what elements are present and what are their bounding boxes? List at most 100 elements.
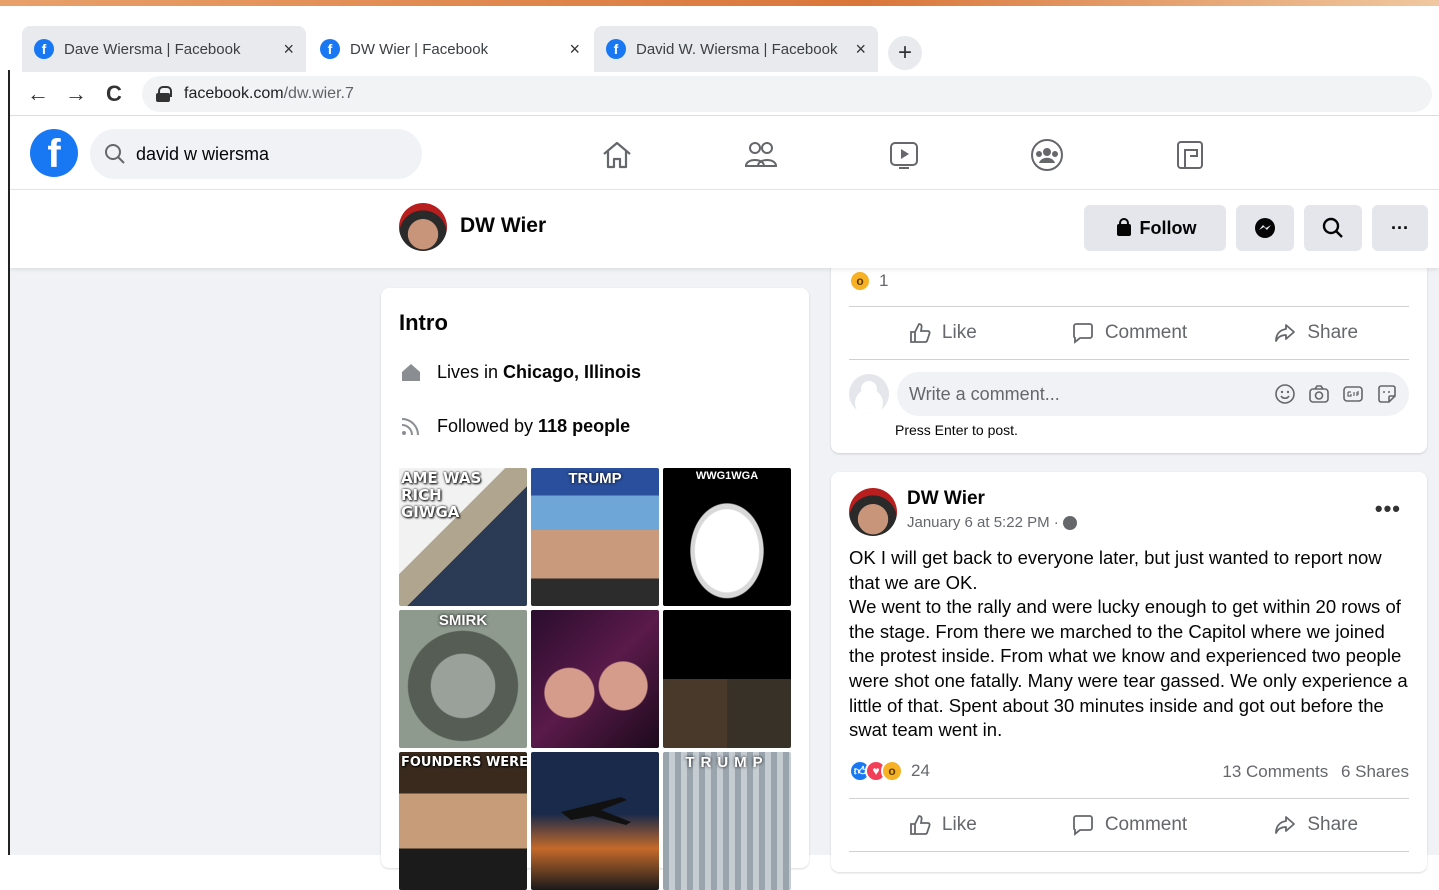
post-timestamp-row: January 6 at 5:22 PM · [907,514,1077,531]
message-button[interactable] [1236,205,1294,251]
url-host: facebook.com [184,85,284,102]
search-icon [1322,217,1343,238]
comment-input[interactable]: Write a comment... [897,372,1409,416]
forward-button[interactable]: → [62,80,90,108]
profile-header-bar: DW Wier Follow ··· [10,190,1439,268]
browser-tab-2[interactable]: f DW Wier | Facebook × [308,26,592,72]
photo-thumbnail[interactable]: AME WAS RICH GIWGA [399,468,527,606]
reaction-count: 1 [879,271,889,290]
back-button[interactable]: ← [24,80,52,108]
tab-title: Dave Wiersma | Facebook [64,40,241,58]
wow-reaction-icon: o [881,760,903,782]
post-author-name[interactable]: DW Wier [907,488,985,510]
close-tab-icon[interactable]: × [569,39,580,60]
follow-button[interactable]: Follow [1084,205,1226,251]
browser-tab-1[interactable]: f Dave Wiersma | Facebook × [22,26,306,72]
post-paragraph: We went to the rally and were lucky enou… [849,596,1408,741]
intro-card: Intro Lives in Chicago, Illinois Followe… [381,288,809,890]
browser-tab-3[interactable]: f David W. Wiersma | Facebook × [594,26,878,72]
home-icon[interactable] [597,135,637,175]
post-author-avatar[interactable] [849,488,897,536]
comment-icon [1072,815,1093,836]
facebook-header: f david w wiersma [10,117,1439,190]
profile-search-button[interactable] [1304,205,1362,251]
like-label: Like [941,814,977,835]
comments-count[interactable]: 13 Comments [1222,762,1328,781]
shares-count[interactable]: 6 Shares [1341,762,1409,781]
photo-thumbnail[interactable]: TRUMP [663,752,791,890]
close-tab-icon[interactable]: × [855,39,866,60]
close-tab-icon[interactable]: × [283,39,294,60]
photo-caption: TRUMP [568,470,622,487]
photo-caption: WWG1WGA [695,470,759,482]
home-icon [399,360,423,384]
share-label: Share [1307,322,1359,343]
sticker-icon[interactable] [1375,382,1399,406]
groups-icon[interactable] [1027,135,1067,175]
browser-toolbar: ← → C facebook.com/dw.wier.7 [10,72,1439,116]
share-icon [1275,324,1296,342]
facebook-favicon-icon: f [606,39,626,59]
address-bar[interactable]: facebook.com/dw.wier.7 [142,76,1432,112]
gaming-icon[interactable] [1170,135,1210,175]
comment-button[interactable]: Comment [1036,307,1223,359]
followed-by-row: Followed by 118 people [399,414,630,438]
jet-silhouette-icon [561,797,631,825]
engagement-counts: 13 Comments 6 Shares [1222,762,1409,782]
lives-prefix: Lives in [437,361,499,382]
facebook-search-input[interactable]: david w wiersma [90,129,422,179]
commenter-avatar [849,374,889,414]
like-button[interactable]: Like [849,799,1036,851]
like-button[interactable]: Like [849,307,1036,359]
gif-icon[interactable] [1341,382,1365,406]
reaction-count: 24 [911,761,930,780]
reaction-summary[interactable]: o 1 [849,270,888,292]
post-paragraph: OK I will get back to everyone later, bu… [849,547,1382,593]
photo-thumbnail[interactable] [663,610,791,748]
share-button[interactable]: Share [1222,307,1409,359]
new-tab-button[interactable]: + [888,36,922,70]
press-enter-hint: Press Enter to post. [895,422,1018,438]
globe-icon [1062,515,1077,530]
post-options-button[interactable]: ••• [1375,496,1401,522]
post-actions: Like Comment Share [849,306,1409,360]
share-label: Share [1307,814,1359,835]
intro-title: Intro [399,310,448,335]
photo-thumbnail[interactable]: WWG1WGA [663,468,791,606]
comment-icon [1072,323,1093,344]
photo-thumbnail[interactable]: SMIRK [399,610,527,748]
url-path: /dw.wier.7 [283,85,354,102]
share-icon [1275,816,1296,834]
followers-link[interactable]: 118 people [538,416,630,437]
post-card-previous: o 1 Like Comment Share Write a comment..… [831,250,1427,453]
photo-thumbnail[interactable]: FOUNDERS WERE BA [399,752,527,890]
lives-place-link[interactable]: Chicago, Illinois [503,362,641,383]
emoji-icon[interactable] [1273,382,1297,406]
camera-icon[interactable] [1307,382,1331,406]
facebook-logo-icon[interactable]: f [30,129,78,177]
lock-icon [156,86,172,102]
photo-caption: SMIRK [438,612,488,629]
post-actions: Like Comment Share [849,798,1409,852]
profile-name[interactable]: DW Wier [460,214,546,238]
follow-icon [1116,218,1131,236]
share-button[interactable]: Share [1222,799,1409,851]
messenger-icon [1255,218,1275,238]
comment-label: Comment [1104,322,1188,343]
post-timestamp[interactable]: January 6 at 5:22 PM · [907,514,1059,531]
follow-label: Follow [1139,217,1197,238]
photo-thumbnail[interactable]: TRUMP [531,468,659,606]
photo-thumbnail[interactable] [531,752,659,890]
reaction-summary[interactable]: 👍︎ ♥ o 24 [849,760,930,782]
photo-thumbnail[interactable] [531,610,659,748]
profile-avatar[interactable] [399,203,447,251]
reload-button[interactable]: C [100,80,128,108]
thumbs-up-icon [910,323,931,343]
wow-reaction-icon: o [849,270,871,292]
friends-icon[interactable] [741,135,781,175]
facebook-favicon-icon: f [34,39,54,59]
watch-icon[interactable] [884,135,924,175]
comment-button[interactable]: Comment [1036,799,1223,851]
more-options-button[interactable]: ··· [1372,205,1428,251]
photo-grid: AME WAS RICH GIWGA TRUMP WWG1WGA SMIRK F… [399,468,791,890]
